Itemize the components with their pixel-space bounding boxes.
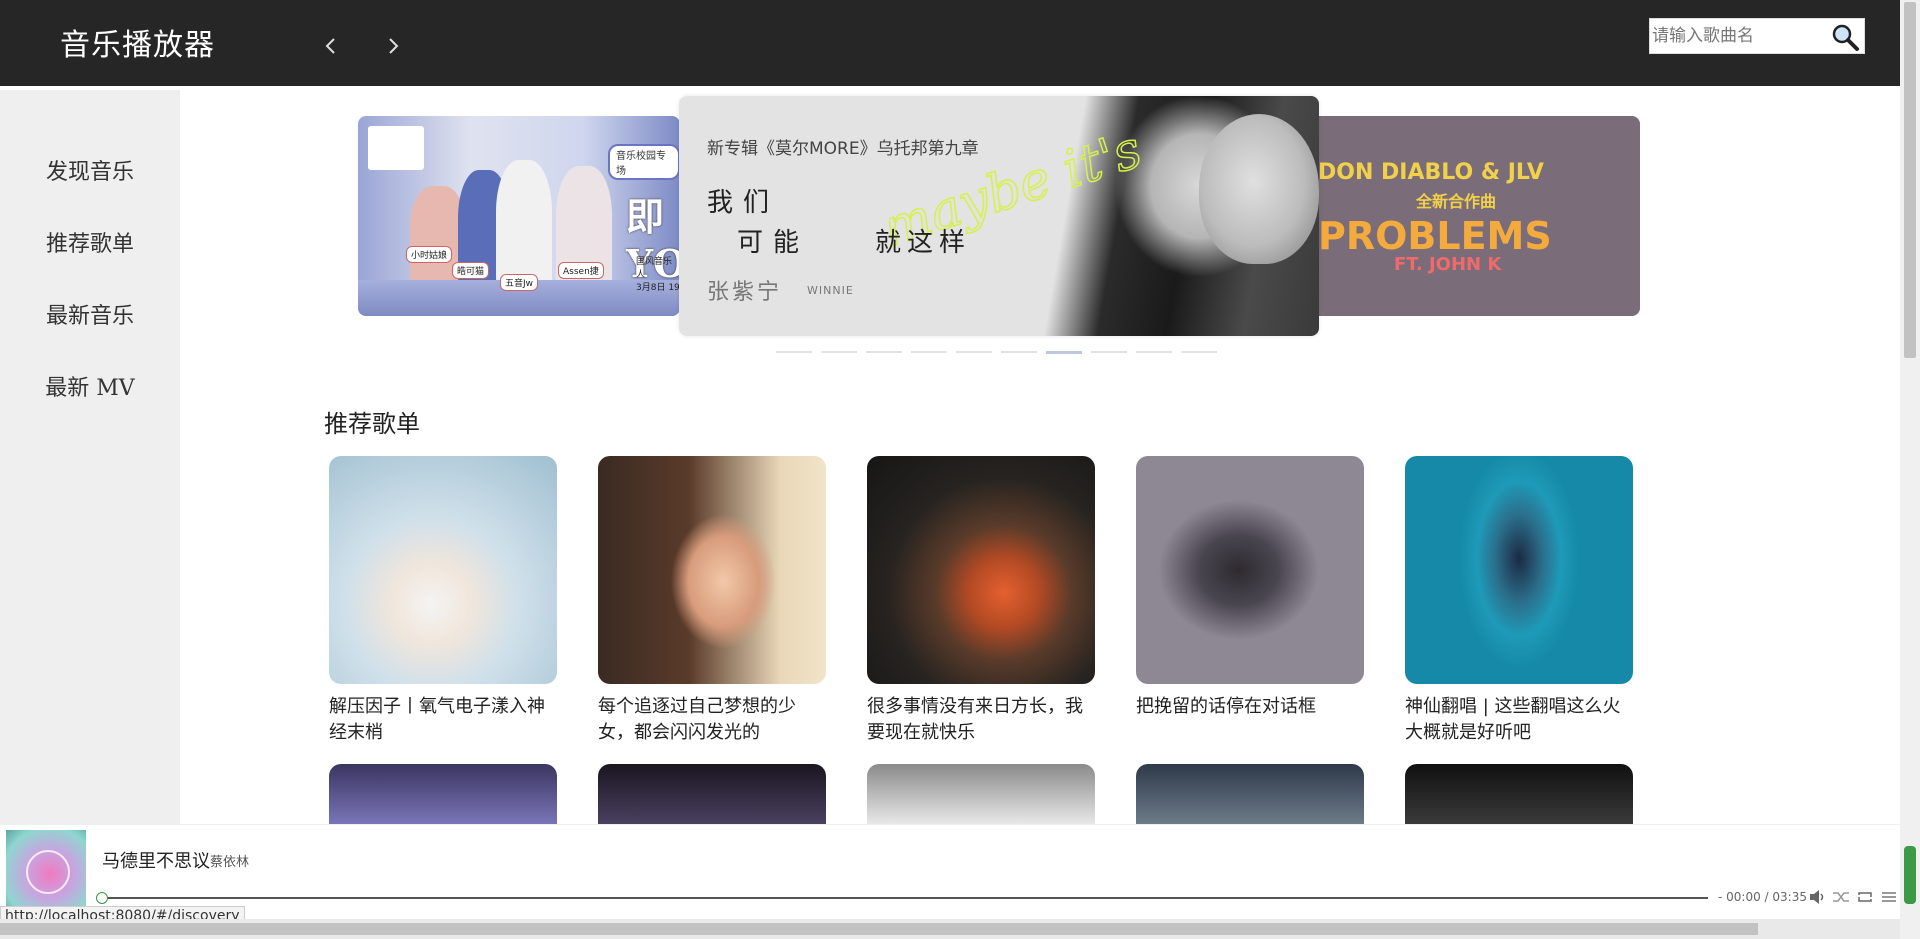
playlist-cover[interactable]: [867, 764, 1095, 824]
disc-icon: [26, 850, 70, 894]
banner-slide-active[interactable]: maybe it's the end 新专辑《莫尔MORE》乌托邦第九章 我们 …: [679, 96, 1319, 336]
playlist-cover[interactable]: [867, 456, 1095, 684]
banner-slide-right[interactable]: DON DIABLO & JLV 全新合作曲 PROBLEMS FT. JOHN…: [1308, 116, 1640, 316]
scroll-thumb[interactable]: [0, 923, 1758, 935]
sidebar-item-new-music[interactable]: 最新音乐: [0, 298, 180, 330]
shuffle-icon[interactable]: [1832, 889, 1850, 905]
volume-icon[interactable]: [1808, 889, 1826, 905]
playlist-cover[interactable]: [329, 764, 557, 824]
playlist-cover[interactable]: [1136, 456, 1364, 684]
sidebar-item-new-mv[interactable]: 最新 MV: [0, 370, 180, 402]
banner-artists: DON DIABLO & JLV: [1318, 160, 1544, 185]
app-header: 音乐播放器: [0, 0, 1900, 86]
carousel-dot[interactable]: [1001, 351, 1037, 353]
playlist-title[interactable]: 解压因子丨氧气电子漾入神经末梢: [329, 694, 557, 746]
scroll-thumb[interactable]: [1904, 2, 1916, 358]
playlist-title[interactable]: 每个追逐过自己梦想的少女，都会闪闪发光的: [598, 694, 826, 746]
horizontal-scrollbar[interactable]: [0, 919, 1900, 939]
album-art[interactable]: [6, 830, 86, 910]
search-box: [1649, 18, 1865, 54]
banner-tag: 音乐校园专场: [608, 144, 680, 180]
banner-caption-line: 3月8日 19: [636, 283, 680, 293]
current-song-title: 马德里不思议: [102, 851, 210, 872]
banner-artist-name: 五音Jw: [500, 274, 539, 291]
banner-logo: [368, 126, 424, 170]
sidebar-item-recommended-playlists[interactable]: 推荐歌单: [0, 226, 180, 258]
sidebar: 发现音乐 推荐歌单 最新音乐 最新 MV: [0, 90, 180, 824]
carousel-dot[interactable]: [1091, 351, 1127, 353]
search-input[interactable]: [1650, 19, 1830, 53]
carousel-dot[interactable]: [1181, 351, 1217, 353]
back-button[interactable]: [316, 30, 346, 62]
progress-bar[interactable]: [100, 897, 1708, 899]
banner-featuring: FT. JOHN K: [1394, 254, 1502, 275]
progress-knob[interactable]: [96, 892, 108, 904]
volume-slider[interactable]: [1904, 846, 1916, 904]
search-icon[interactable]: [1830, 22, 1860, 52]
carousel-dot[interactable]: [956, 351, 992, 353]
banner-artist-name: Assen捷: [558, 262, 604, 279]
chevron-right-icon: [389, 38, 399, 54]
carousel-dot[interactable]: [1046, 351, 1082, 354]
playlist-cover[interactable]: [598, 764, 826, 824]
playlist-title[interactable]: 很多事情没有来日方长，我要现在就快乐: [867, 694, 1095, 746]
banner-lyric: 可能: [737, 228, 810, 258]
playlist-cover[interactable]: [598, 456, 826, 684]
player-bar: 马德里不思议 蔡依林 - 00:00 / 03:35: [0, 824, 1900, 920]
playlist-cover[interactable]: [1405, 456, 1633, 684]
carousel-dot[interactable]: [1136, 351, 1172, 353]
playlist-title[interactable]: 神仙翻唱 | 这些翻唱这么火大概就是好听吧: [1405, 694, 1633, 746]
banner-artist-name: 皓可猫: [452, 262, 490, 279]
forward-button[interactable]: [378, 30, 408, 62]
carousel-dot[interactable]: [776, 351, 812, 353]
playback-time: - 00:00 / 03:35: [1718, 890, 1807, 904]
carousel-dot[interactable]: [821, 351, 857, 353]
vertical-scrollbar[interactable]: [1900, 0, 1920, 939]
banner-artist: 张紫宁: [707, 280, 783, 305]
banner-album-title: 新专辑《莫尔MORE》乌托邦第九章: [707, 139, 979, 159]
carousel-dot[interactable]: [866, 351, 902, 353]
banner-artist-name: 小时姑娘: [406, 246, 453, 263]
banner-song-title: PROBLEMS: [1318, 214, 1552, 258]
banner-caption-line: 国风音乐人: [636, 257, 673, 280]
current-song-artist: 蔡依林: [210, 855, 250, 870]
section-title: 推荐歌单: [324, 410, 420, 438]
banner-caption: 国风音乐人 3月8日 19: [636, 256, 680, 295]
repeat-icon[interactable]: [1856, 889, 1874, 905]
banner-face: [1199, 114, 1319, 264]
sidebar-item-discover-music[interactable]: 发现音乐: [0, 154, 180, 186]
carousel-dot[interactable]: [911, 351, 947, 353]
banner-artist-en: WINNIE: [807, 284, 854, 297]
banner-lyric: 就这样: [875, 228, 972, 258]
app-title: 音乐播放器: [60, 28, 215, 63]
banner-person: [496, 160, 552, 290]
banner-lyric: 我们: [707, 188, 780, 218]
playlist-cover[interactable]: [1405, 764, 1633, 824]
banner-slide-left[interactable]: 音乐校园专场 即 YOU 小时姑娘 皓可猫 五音Jw Assen捷 国风音乐人 …: [358, 116, 680, 316]
chevron-left-icon: [325, 38, 335, 54]
playlist-menu-icon[interactable]: [1880, 889, 1898, 905]
playlist-cover[interactable]: [329, 456, 557, 684]
banner-subtitle: 全新合作曲: [1416, 192, 1497, 211]
playlist-title[interactable]: 把挽留的话停在对话框: [1136, 694, 1364, 720]
playlist-cover[interactable]: [1136, 764, 1364, 824]
